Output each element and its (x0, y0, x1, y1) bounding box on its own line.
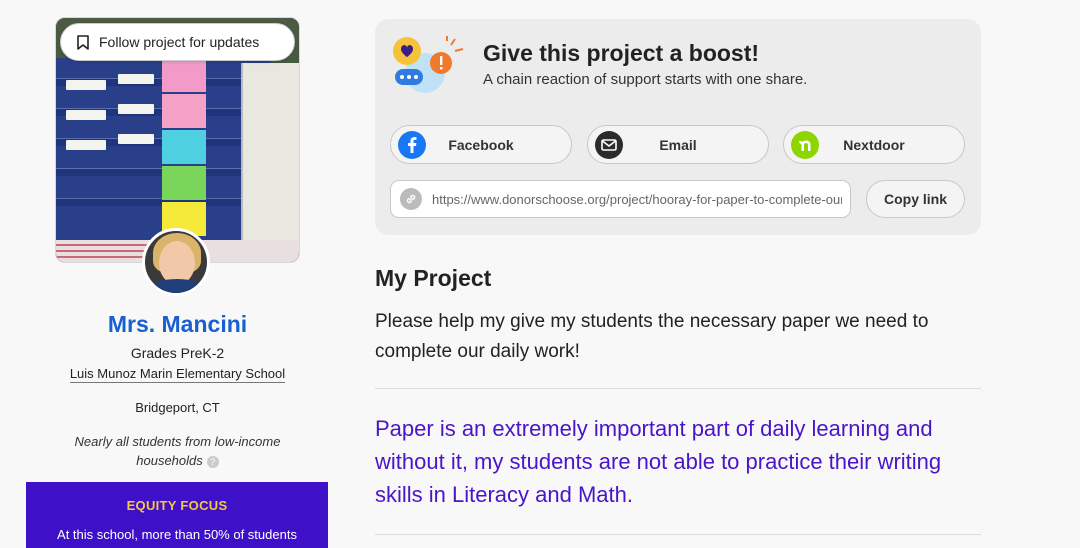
share-nextdoor-button[interactable]: Nextdoor (783, 125, 965, 164)
school-name-text[interactable]: Luis Munoz Marin Elementary School (69, 366, 286, 383)
share-email-button[interactable]: Email (587, 125, 769, 164)
facebook-icon (398, 131, 426, 159)
share-facebook-button[interactable]: Facebook (390, 125, 572, 164)
copy-link-button[interactable]: Copy link (866, 180, 965, 218)
email-icon (595, 131, 623, 159)
share-url-input[interactable] (432, 191, 842, 207)
follow-project-label: Follow project for updates (99, 34, 260, 50)
teacher-avatar (142, 228, 210, 296)
teacher-name[interactable]: Mrs. Mancini (0, 311, 355, 338)
divider (375, 534, 981, 535)
share-subtitle: A chain reaction of support starts with … (483, 71, 808, 88)
share-panel: Give this project a boost! A chain react… (375, 19, 981, 235)
pocket-chart (56, 58, 271, 248)
income-note-text: Nearly all students from low-income hous… (74, 434, 281, 468)
project-description: Please help my give my students the nece… (375, 311, 929, 362)
divider (375, 388, 981, 389)
teacher-grades: Grades PreK-2 (130, 345, 225, 361)
income-note: Nearly all students from low-income hous… (40, 432, 315, 470)
school-name-link[interactable]: Luis Munoz Marin Elementary School (0, 366, 355, 383)
share-illustration-icon (393, 36, 464, 93)
project-quote: Paper is an extremely important part of … (375, 416, 942, 507)
nextdoor-icon (791, 131, 819, 159)
whiteboard (241, 63, 299, 248)
share-url-field[interactable] (390, 180, 851, 218)
link-icon (400, 188, 422, 210)
bookmark-icon (77, 34, 89, 50)
follow-project-button[interactable]: Follow project for updates (60, 23, 295, 61)
school-location: Bridgeport, CT (135, 400, 220, 415)
equity-focus-title: EQUITY FOCUS (126, 498, 228, 513)
equity-focus-banner: EQUITY FOCUS At this school, more than 5… (26, 482, 328, 548)
equity-focus-text: At this school, more than 50% of student… (57, 527, 297, 542)
help-icon[interactable]: ? (206, 455, 219, 468)
my-project-heading: My Project (375, 265, 492, 291)
share-title: Give this project a boost! (483, 40, 760, 66)
